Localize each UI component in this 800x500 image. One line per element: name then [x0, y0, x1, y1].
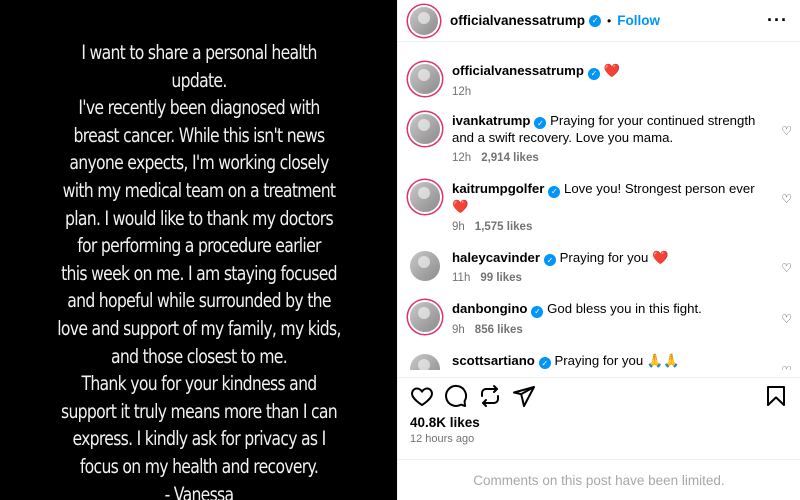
header-username[interactable]: officialvanessatrump	[450, 13, 585, 28]
comment-item: ivankatrump ✓ Praying for your continued …	[398, 112, 800, 164]
verified-badge-icon: ✓	[534, 117, 547, 129]
comment-username[interactable]: kaitrumpgolfer	[452, 181, 544, 196]
post-image: I want to share a personal health update…	[0, 0, 397, 500]
comment-username[interactable]: danbongino	[452, 301, 527, 316]
post-likes-count[interactable]: 40.8K likes	[410, 415, 480, 430]
verified-badge-icon: ✓	[538, 357, 551, 369]
post-text-line: plan. I would like to thank my doctors	[64, 206, 334, 230]
post-text-line: express. I kindly ask for privacy as I	[71, 427, 326, 451]
post-text-line: with my medical team on a treatment	[62, 178, 335, 202]
verified-badge-icon: ✓	[543, 254, 556, 266]
comment-item: haleycavinder ✓ Praying for you ❤️ 11h 99 …	[398, 249, 800, 284]
like-comment-heart-icon[interactable]: ♡	[781, 192, 792, 206]
action-bar	[398, 377, 800, 407]
comment-time[interactable]: 12h	[452, 152, 471, 164]
avatar[interactable]	[410, 182, 440, 212]
comment-item: kaitrumpgolfer ✓ Love you! Strongest pers…	[398, 180, 800, 233]
comments-list[interactable]: officialvanessatrump ✓ ❤️ 12h ivankatrump…	[398, 52, 800, 370]
follow-button[interactable]: Follow	[617, 13, 660, 28]
comment-item: scottsartiano✓ Praying for you 🙏🙏 ♡	[398, 352, 800, 371]
like-comment-heart-icon[interactable]: ♡	[781, 261, 792, 275]
like-heart-icon[interactable]	[410, 384, 434, 408]
caption-text: ❤️	[603, 63, 621, 78]
comment-text: Praying for you ❤️	[559, 249, 669, 265]
post-text: I want to share a personal health update…	[47, 39, 351, 500]
comment-likes[interactable]: 2,914 likes	[481, 152, 539, 164]
like-comment-heart-icon[interactable]: ♡	[781, 364, 792, 371]
post-text-line: and those closest to me.	[110, 344, 288, 368]
post-text-line: love and support of my family, my kids,	[56, 316, 341, 340]
comment-time[interactable]: 9h	[452, 221, 465, 233]
avatar[interactable]	[410, 353, 440, 370]
like-comment-heart-icon[interactable]: ♡	[781, 312, 792, 326]
comment-text: God bless you in this fight.	[547, 301, 702, 316]
avatar[interactable]	[410, 6, 438, 35]
comments-limited-notice: Comments on this post have been limited.	[398, 459, 800, 500]
post-timestamp[interactable]: 12 hours ago	[410, 433, 474, 445]
comment-likes[interactable]: 99 likes	[480, 272, 522, 284]
post-text-line: for performing a procedure earlier	[76, 234, 321, 258]
comment-time[interactable]: 11h	[452, 272, 470, 284]
caption-username[interactable]: officialvanessatrump	[452, 63, 584, 78]
comment-bubble-icon[interactable]	[444, 384, 468, 408]
caption-time[interactable]: 12h	[452, 86, 471, 98]
avatar[interactable]	[410, 64, 440, 94]
post-text-line: Thank you for your kindness and	[80, 372, 317, 396]
verified-badge-icon: ✓	[587, 67, 600, 80]
separator-dot: •	[607, 13, 612, 28]
more-horizontal-icon[interactable]: ···	[767, 10, 788, 31]
verified-badge-icon: ✓	[531, 305, 544, 318]
post-text-line: focus on my health and recovery.	[79, 454, 318, 478]
comment-username[interactable]: haleycavinder	[452, 250, 540, 265]
post-text-line: I want to share a personal health	[80, 41, 317, 64]
post-text-line: support it truly means more than I can	[60, 399, 338, 423]
avatar[interactable]	[410, 250, 440, 281]
post-side-panel: officialvanessatrump ✓ • Follow ··· offi…	[397, 0, 800, 500]
post-text-line: update.	[170, 68, 227, 92]
verified-badge-icon: ✓	[589, 14, 602, 27]
caption: officialvanessatrump ✓ ❤️ 12h	[398, 62, 800, 98]
avatar[interactable]	[410, 113, 440, 144]
repost-icon[interactable]	[478, 384, 502, 408]
post-header: officialvanessatrump ✓ • Follow ···	[398, 0, 800, 42]
comment-username[interactable]: scottsartiano	[452, 353, 535, 368]
verified-badge-icon: ✓	[548, 185, 561, 198]
post-text-line: I've recently been diagnosed with	[77, 96, 320, 120]
post-text-line: and hopeful while surrounded by the	[66, 289, 331, 313]
comment-item: danbongino ✓ God bless you in this fight.…	[398, 300, 800, 336]
post-text-line: - Vanessa	[164, 482, 234, 500]
comment-time[interactable]: 9h	[452, 324, 465, 336]
avatar[interactable]	[410, 302, 440, 332]
comment-likes[interactable]: 1,575 likes	[475, 221, 533, 233]
comment-username[interactable]: ivankatrump	[452, 113, 530, 128]
comment-likes[interactable]: 856 likes	[475, 324, 523, 336]
comment-text: Praying for you 🙏🙏	[554, 352, 680, 368]
post-text-line: this week on me. I am staying focused	[60, 261, 338, 285]
bookmark-icon[interactable]	[764, 384, 788, 408]
post-text-line: anyone expects, I'm working closely	[68, 151, 329, 175]
like-comment-heart-icon[interactable]: ♡	[781, 124, 792, 138]
post-text-line: breast cancer. While this isn't news	[73, 123, 325, 147]
share-send-icon[interactable]	[512, 384, 536, 408]
